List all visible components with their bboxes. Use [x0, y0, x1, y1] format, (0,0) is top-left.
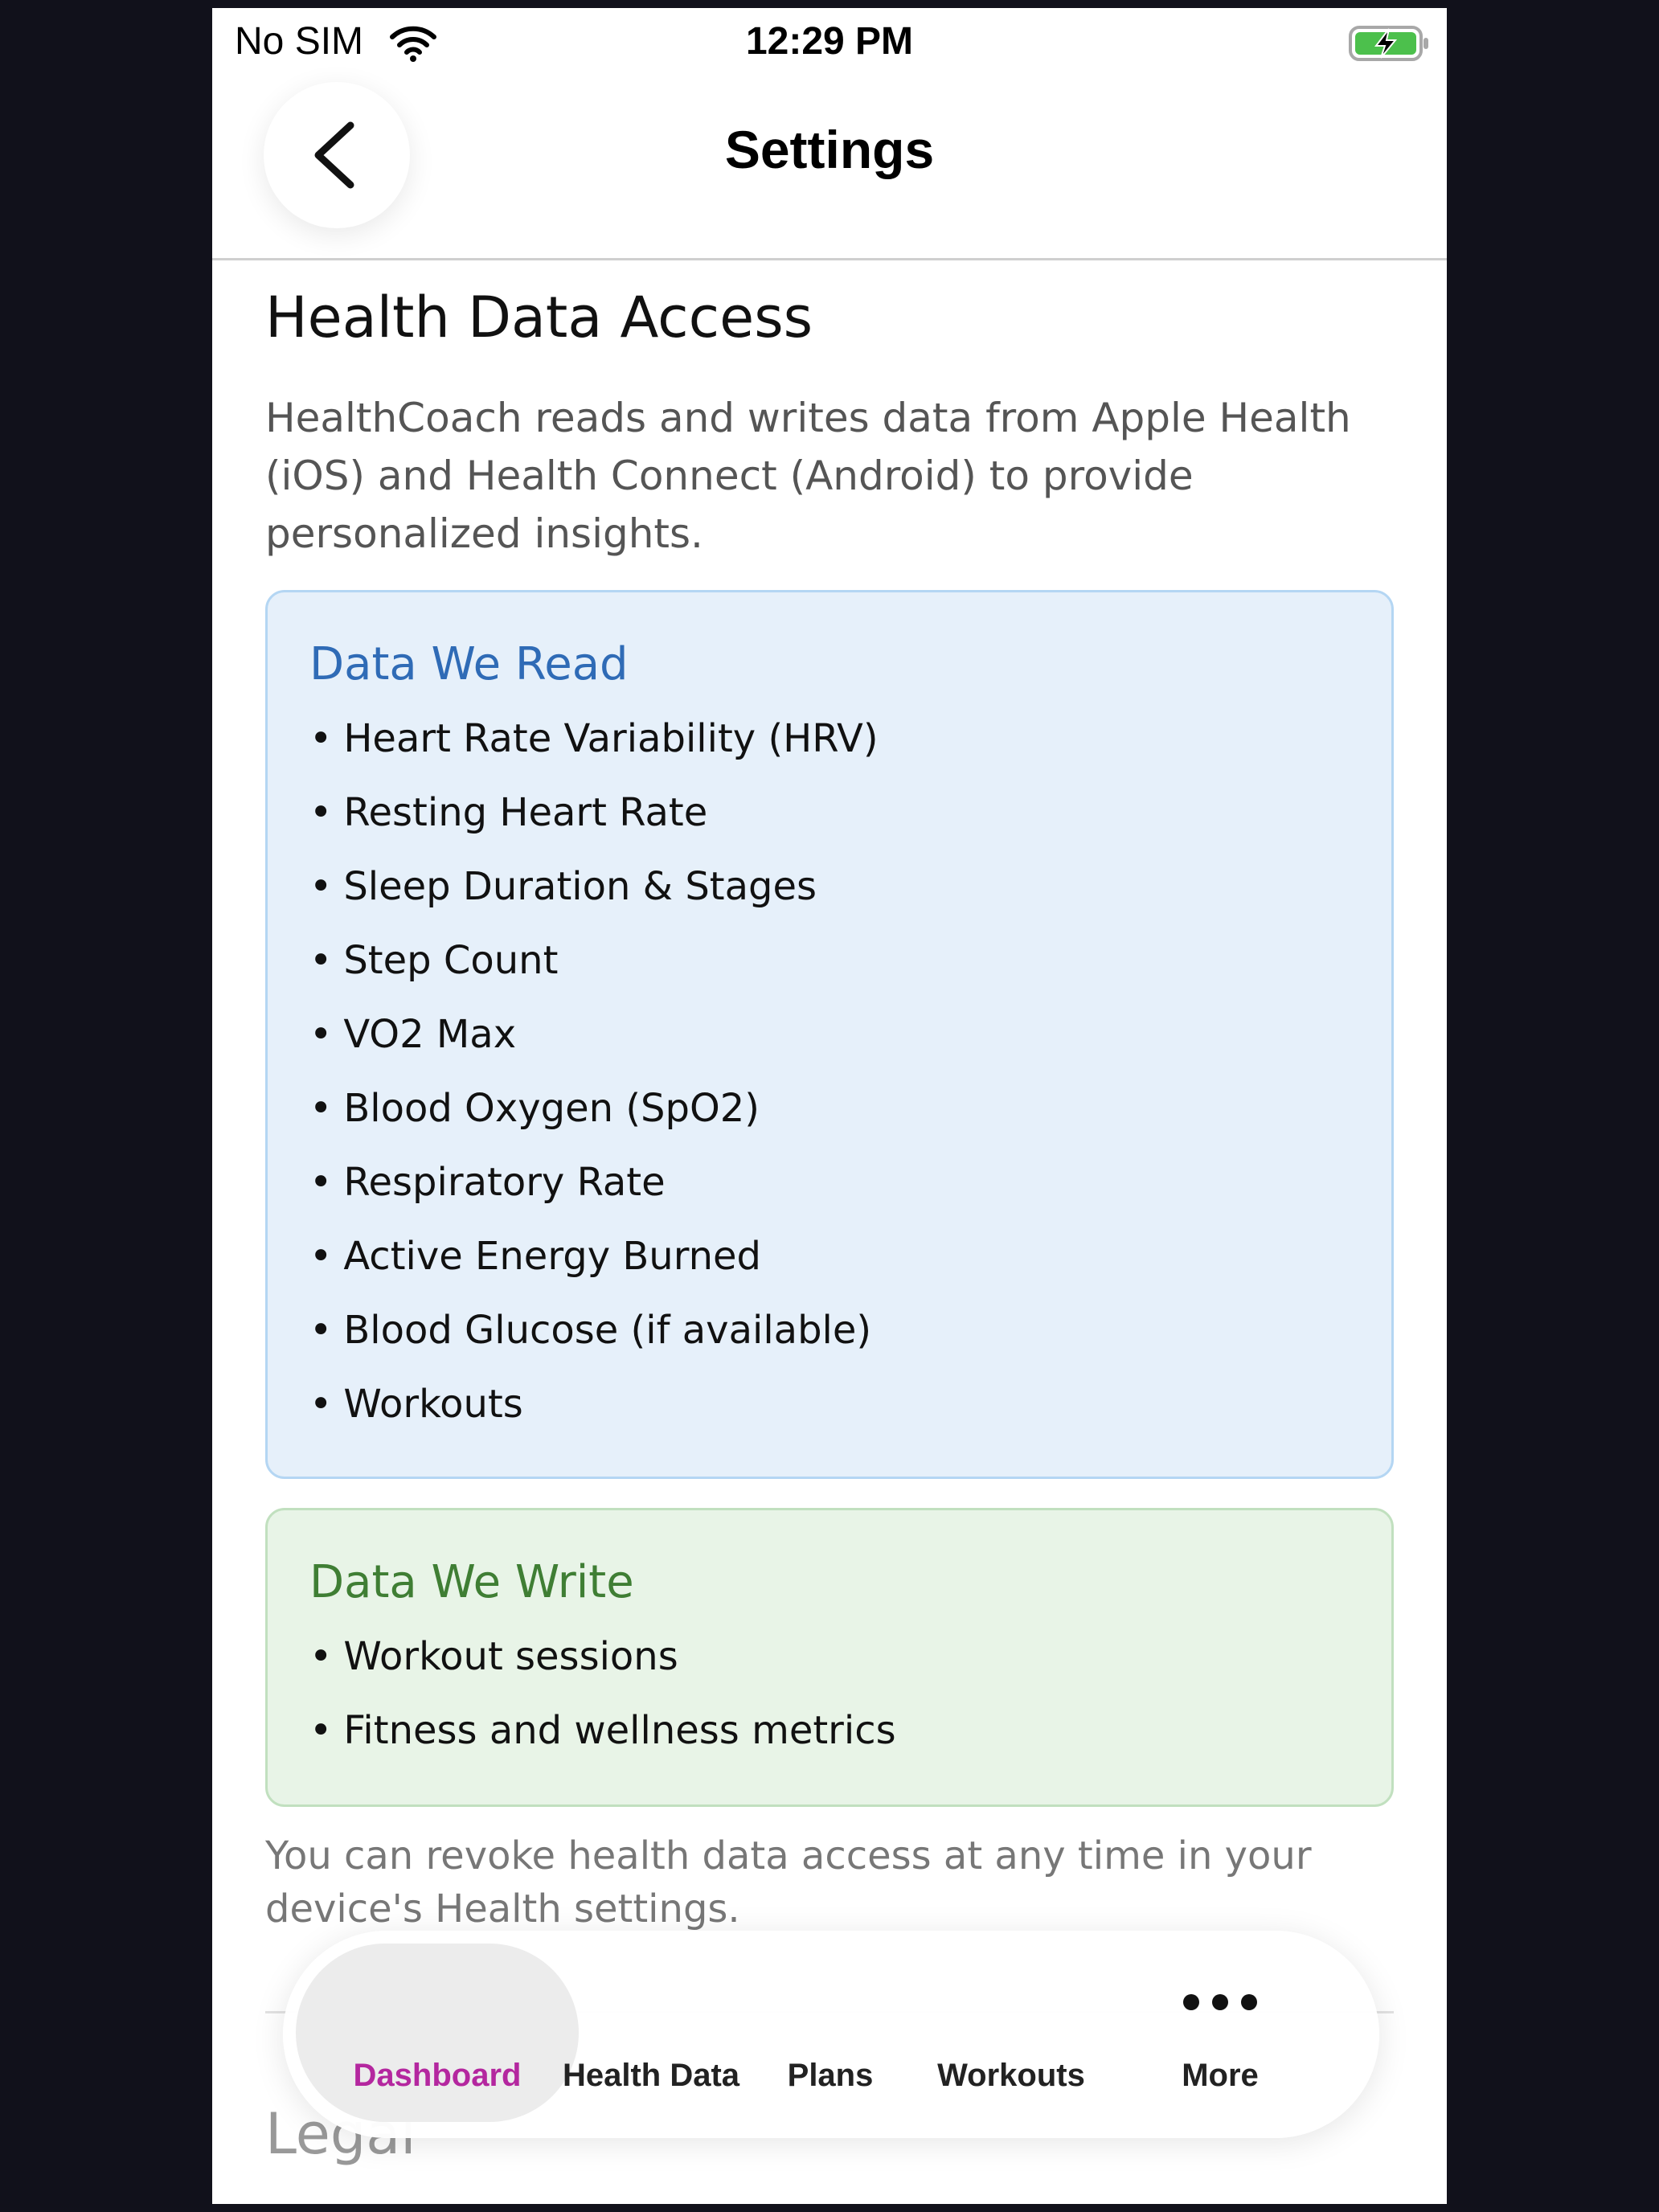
revoke-access-note: You can revoke health data access at any…	[265, 1833, 1312, 1931]
tab-workouts[interactable]: Workouts	[923, 1931, 1100, 2138]
list-item: Fitness and wellness metrics	[309, 1694, 1350, 1768]
list-item: Workouts	[309, 1367, 1350, 1441]
tab-more[interactable]: More	[1101, 1931, 1339, 2138]
data-read-card: Data We Read Heart Rate Variability (HRV…	[265, 590, 1394, 1479]
data-write-title: Data We Write	[309, 1556, 634, 1608]
list-item: Blood Glucose (if available)	[309, 1293, 1350, 1367]
settings-screen: No SIM 12:29 PM Settings Health Data Acc…	[212, 8, 1447, 2204]
tab-plans[interactable]: Plans	[754, 1931, 907, 2138]
nav-header: Settings	[212, 82, 1447, 260]
page-title: Settings	[724, 120, 935, 179]
list-item: Step Count	[309, 924, 1350, 997]
list-item: Workout sessions	[309, 1620, 1350, 1694]
tab-label: Health Data	[562, 2058, 740, 2093]
battery-charging-icon	[1349, 26, 1428, 61]
data-write-list: Workout sessions Fitness and wellness me…	[309, 1620, 1350, 1768]
data-write-card: Data We Write Workout sessions Fitness a…	[265, 1508, 1394, 1807]
tab-bar: Dashboard Health Data Plans Workouts Mor…	[283, 1931, 1379, 2138]
tab-dashboard[interactable]: Dashboard	[299, 1931, 576, 2138]
data-read-title: Data We Read	[309, 638, 629, 690]
list-item: Active Energy Burned	[309, 1219, 1350, 1293]
tab-label: Dashboard	[353, 2058, 522, 2093]
status-bar: No SIM 12:29 PM	[212, 8, 1447, 82]
tab-health-data[interactable]: Health Data	[556, 1931, 746, 2138]
list-item: VO2 Max	[309, 997, 1350, 1071]
tab-label: More	[1182, 2058, 1259, 2093]
tab-label: Plans	[787, 2058, 874, 2093]
list-item: Resting Heart Rate	[309, 776, 1350, 850]
status-time: 12:29 PM	[745, 20, 914, 63]
list-item: Heart Rate Variability (HRV)	[309, 702, 1350, 776]
section-description: HealthCoach reads and writes data from A…	[265, 395, 1351, 557]
tab-label: Workouts	[937, 2058, 1085, 2093]
list-item: Blood Oxygen (SpO2)	[309, 1071, 1350, 1145]
data-read-list: Heart Rate Variability (HRV) Resting Hea…	[309, 702, 1350, 1441]
list-item: Respiratory Rate	[309, 1145, 1350, 1219]
section-title-health: Health Data Access	[265, 285, 813, 350]
more-dots-icon	[1183, 1994, 1257, 2010]
list-item: Sleep Duration & Stages	[309, 850, 1350, 924]
